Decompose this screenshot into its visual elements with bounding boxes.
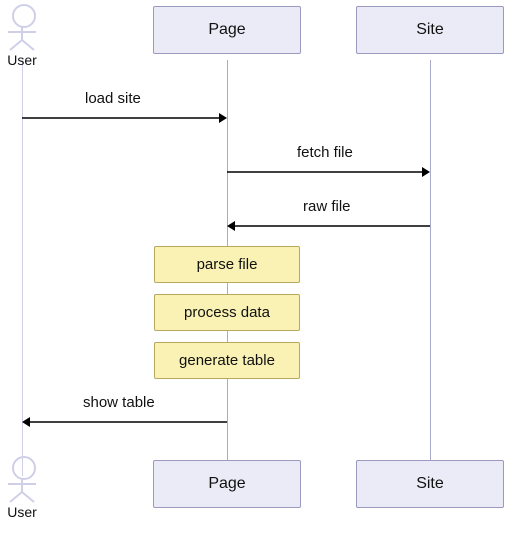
participant-label: Site	[416, 21, 444, 38]
participant-label: Page	[208, 475, 245, 492]
participant-page-top: Page	[153, 6, 301, 54]
actor-label-user-bottom: User	[0, 504, 52, 520]
participant-label: Page	[208, 21, 245, 38]
arrow-right-icon	[227, 166, 430, 178]
sequence-diagram: User Page Site load site fetch file raw …	[0, 0, 507, 536]
message-label: load site	[85, 90, 141, 107]
arrow-left-icon	[22, 416, 227, 428]
actor-body-icon	[2, 476, 42, 504]
lifeline-site	[430, 60, 431, 476]
participant-site-bottom: Site	[356, 460, 504, 508]
note-label: parse file	[197, 256, 258, 273]
self-note: process data	[154, 294, 300, 331]
note-label: generate table	[179, 352, 275, 369]
arrow-right-icon	[22, 112, 227, 124]
self-note: generate table	[154, 342, 300, 379]
message-label: fetch file	[297, 144, 353, 161]
message-label: show table	[83, 394, 155, 411]
note-label: process data	[184, 304, 270, 321]
participant-page-bottom: Page	[153, 460, 301, 508]
participant-label: Site	[416, 475, 444, 492]
participant-site-top: Site	[356, 6, 504, 54]
self-note: parse file	[154, 246, 300, 283]
actor-label-user-top: User	[0, 52, 52, 68]
arrow-left-icon	[227, 220, 430, 232]
actor-body-icon	[2, 24, 42, 52]
message-label: raw file	[303, 198, 351, 215]
